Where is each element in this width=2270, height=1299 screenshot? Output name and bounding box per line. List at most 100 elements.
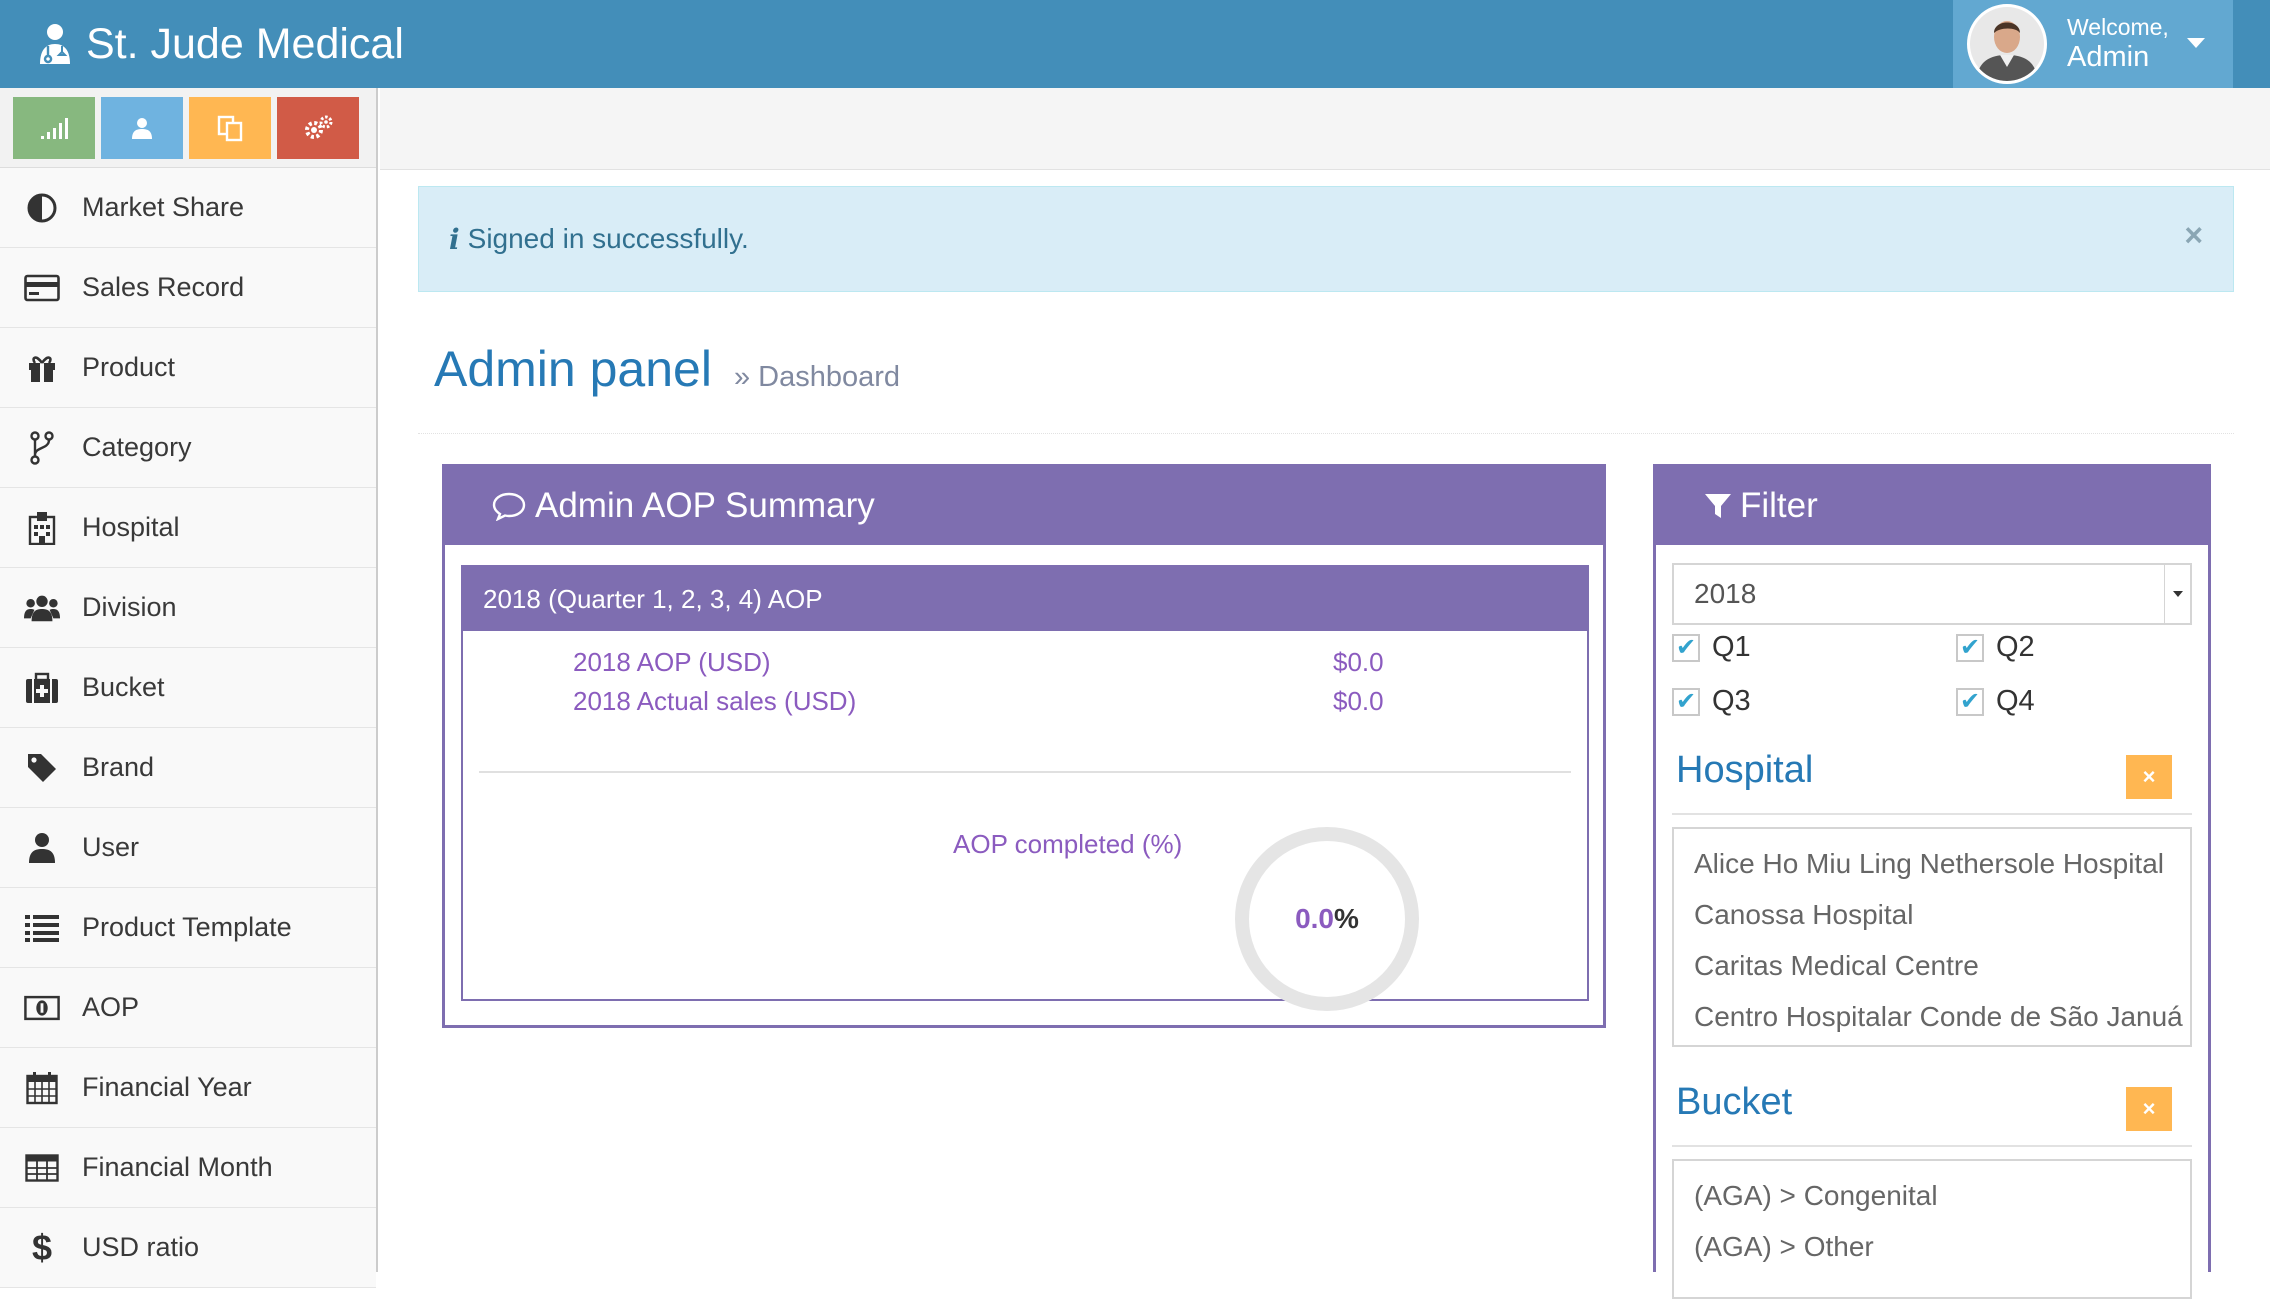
year-select[interactable]: 2018 <box>1672 563 2192 625</box>
copy-icon <box>217 115 243 141</box>
sidebar-item-financial-month[interactable]: Financial Month <box>0 1128 376 1208</box>
check-icon: ✔ <box>1672 687 1700 716</box>
checkbox-label: Q4 <box>1996 685 2035 717</box>
alert-message: Signed in successfully. <box>467 223 749 254</box>
list-item[interactable]: Canossa Hospital <box>1674 894 2190 945</box>
list-item[interactable]: Caritas Medical Centre <box>1674 945 2190 996</box>
page-title: Admin panel <box>434 341 712 397</box>
aop-year-header: 2018 (Quarter 1, 2, 3, 4) AOP <box>463 567 1587 631</box>
user-icon <box>24 830 60 866</box>
user-icon <box>132 117 152 139</box>
percent-sign: % <box>1334 903 1359 934</box>
sidebar-item-label: AOP <box>82 992 140 1022</box>
divider <box>479 771 1571 773</box>
list-item[interactable]: (AGA) > Other <box>1674 1226 2190 1277</box>
checkbox-q1[interactable]: ✔ Q1 <box>1672 631 1751 664</box>
list-item[interactable]: (AGA) > Congenital <box>1674 1175 2190 1226</box>
sidebar-item-financial-year[interactable]: Financial Year <box>0 1048 376 1128</box>
gift-icon <box>24 350 60 386</box>
welcome-text: Welcome, <box>2067 14 2169 41</box>
user-md-icon <box>40 24 70 64</box>
sidebar-item-label: Division <box>82 592 177 622</box>
sidebar-item-product-template[interactable]: Product Template <box>0 888 376 968</box>
comment-icon <box>492 492 526 521</box>
checkbox-q2[interactable]: ✔ Q2 <box>1956 631 2035 664</box>
breadcrumb: » Dashboard <box>734 361 900 394</box>
list-icon <box>24 910 60 946</box>
list-item[interactable]: Alice Ho Miu Ling Nethersole Hospital <box>1674 843 2190 894</box>
list-item[interactable]: Centro Hospitalar Conde de São Januá <box>1674 996 2190 1045</box>
users-icon <box>24 590 60 626</box>
shortcut-copy-button[interactable] <box>189 96 271 159</box>
bucket-filter-title: Bucket <box>1676 1081 1793 1123</box>
checkbox-q4[interactable]: ✔ Q4 <box>1956 685 2035 718</box>
checkbox-label: Q2 <box>1996 631 2035 663</box>
clear-bucket-button[interactable]: × <box>2126 1087 2172 1131</box>
checkbox-q3[interactable]: ✔ Q3 <box>1672 685 1751 718</box>
caret-down-icon <box>2187 38 2205 48</box>
code-fork-icon <box>24 430 60 466</box>
sidebar-item-division[interactable]: Division <box>0 568 376 648</box>
aop-year-box: 2018 (Quarter 1, 2, 3, 4) AOP 2018 AOP (… <box>461 565 1589 1011</box>
year-select-value: 2018 <box>1694 578 1757 609</box>
sidebar-item-label: Bucket <box>82 672 165 702</box>
credit-card-icon <box>24 270 60 306</box>
sidebar-item-product[interactable]: Product <box>0 328 376 408</box>
aop-summary-header: Admin AOP Summary <box>445 467 1603 545</box>
sidebar-item-hospital[interactable]: Hospital <box>0 488 376 568</box>
sidebar-item-category[interactable]: Category <box>0 408 376 488</box>
bucket-multiselect[interactable]: (AGA) > Congenital (AGA) > Other <box>1672 1159 2192 1299</box>
sidebar-item-label: User <box>82 832 140 862</box>
divider <box>1672 1145 2192 1147</box>
top-navbar: St. Jude Medical Welcome, Admin <box>0 0 2270 88</box>
sidebar-item-label: Product Template <box>82 912 292 942</box>
table-icon <box>24 1150 60 1186</box>
signal-icon <box>41 117 68 139</box>
actual-sales-value: $0.0 <box>1333 686 1384 716</box>
select-arrow-icon <box>2164 565 2190 623</box>
actual-sales-label: 2018 Actual sales (USD) <box>573 686 857 716</box>
sidebar-item-label: Category <box>82 432 192 462</box>
filter-icon <box>1705 494 1731 518</box>
calendar-icon <box>24 1070 60 1106</box>
user-info: Welcome, Admin <box>2067 14 2169 74</box>
hospital-icon <box>24 510 60 546</box>
breadcrumbs-bar <box>380 88 2270 170</box>
shortcut-signal-button[interactable] <box>13 96 95 159</box>
filter-title: Filter <box>1740 486 1818 525</box>
success-alert: i Signed in successfully. × <box>418 186 2234 292</box>
checkbox-label: Q3 <box>1712 685 1751 717</box>
aop-completed-value: 0.0 <box>1295 903 1335 934</box>
double-chevron-right-icon: » <box>733 361 751 393</box>
tag-icon <box>24 750 60 786</box>
medkit-icon <box>24 670 60 706</box>
page-header: Admin panel » Dashboard <box>418 340 2234 434</box>
sidebar-item-sales-record[interactable]: Sales Record <box>0 248 376 328</box>
sidebar-item-brand[interactable]: Brand <box>0 728 376 808</box>
sidebar-item-usd-ratio[interactable]: $ USD ratio <box>0 1208 376 1288</box>
aop-summary-widget: Admin AOP Summary 2018 (Quarter 1, 2, 3,… <box>442 464 1606 1028</box>
sidebar: Market Share Sales Record Product Catego… <box>0 88 378 1288</box>
user-menu-toggle[interactable]: Welcome, Admin <box>1953 0 2233 88</box>
money-icon <box>24 990 60 1026</box>
sidebar-item-label: Brand <box>82 752 155 782</box>
sidebar-item-bucket[interactable]: Bucket <box>0 648 376 728</box>
shortcut-user-button[interactable] <box>101 96 183 159</box>
avatar <box>1967 4 2047 84</box>
shortcut-cogs-button[interactable] <box>277 96 359 159</box>
sidebar-item-market-share[interactable]: Market Share <box>0 168 376 248</box>
check-icon: ✔ <box>1672 633 1700 662</box>
sidebar-shortcuts <box>0 88 376 168</box>
check-icon: ✔ <box>1956 687 1984 716</box>
sidebar-item-label: Financial Year <box>82 1072 252 1102</box>
brand-link[interactable]: St. Jude Medical <box>36 14 404 74</box>
sidebar-item-user[interactable]: User <box>0 808 376 888</box>
user-photo-icon <box>1970 7 2044 81</box>
close-icon[interactable]: × <box>2184 217 2203 254</box>
sidebar-item-aop[interactable]: AOP <box>0 968 376 1048</box>
hospital-multiselect[interactable]: Alice Ho Miu Ling Nethersole Hospital Ca… <box>1672 827 2192 1047</box>
filter-widget: Filter 2018 ✔ Q1 ✔ Q2 ✔ Q3 ✔ Q4 Hospital × A… <box>1653 464 2211 1299</box>
sidebar-item-label: Financial Month <box>82 1152 273 1182</box>
sidebar-item-label: Market Share <box>82 192 245 222</box>
clear-hospital-button[interactable]: × <box>2126 755 2172 799</box>
